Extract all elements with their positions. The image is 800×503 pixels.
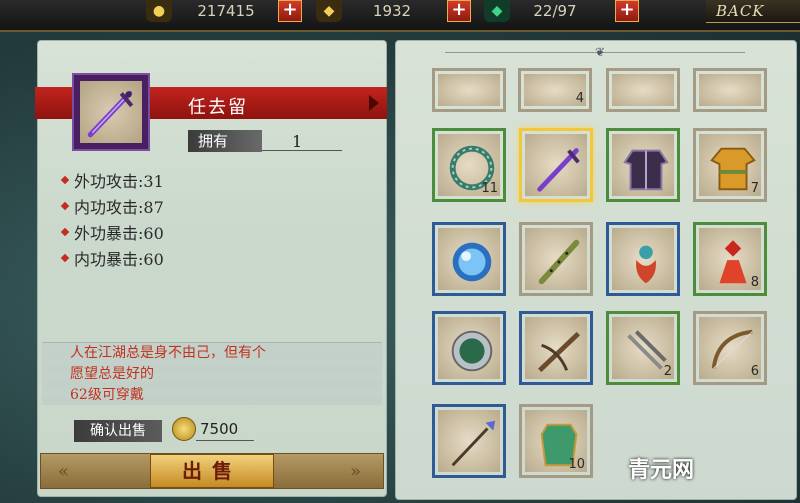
jade-value: 22/97	[533, 2, 577, 20]
item-portrait	[72, 73, 150, 151]
stat-line: 外功暴击:60	[60, 220, 164, 244]
inventory-slot-blue-orb[interactable]	[432, 222, 506, 296]
description-line: 愿望总是好的	[70, 366, 154, 382]
inventory-slot-purple-armor[interactable]	[606, 128, 680, 202]
own-count: 1	[292, 132, 303, 151]
panel-ornament: ❦	[445, 45, 745, 65]
watermark-logo: 青元网	[628, 458, 695, 483]
top-resource-bar: ● 217415 + ◆ 1932 + ◆ 22/97 + BACK	[0, 0, 800, 32]
back-button[interactable]: BACK	[706, 0, 800, 23]
ingot-value: 1932	[372, 2, 412, 20]
medallion-icon	[451, 330, 493, 372]
item-name: 任去留	[188, 97, 248, 118]
confirm-sell-label: 确认出售	[74, 420, 162, 442]
coin-icon: ●	[146, 0, 172, 22]
inventory-slot-green-vest[interactable]: 10	[519, 404, 593, 478]
inventory-slot[interactable]	[432, 68, 506, 112]
description-line: 人在江湖总是身不由己，但有个	[70, 345, 266, 361]
spear-icon	[451, 420, 496, 467]
add-gold-button[interactable]: +	[278, 0, 302, 22]
inventory-slot-red-tassel[interactable]: 8	[693, 222, 767, 296]
chevron-right-icon: »	[350, 461, 362, 482]
inventory-slot[interactable]	[606, 68, 680, 112]
add-ingot-button[interactable]: +	[447, 0, 471, 22]
inventory-slot-longbow[interactable]: 6	[693, 311, 767, 385]
ingot-icon: ◆	[316, 0, 342, 22]
crossbow-icon	[538, 331, 580, 373]
flute-icon	[538, 239, 580, 285]
inventory-slot-purple-sword[interactable]	[519, 128, 593, 202]
inventory-slot-ornament-charm[interactable]	[606, 222, 680, 296]
inventory-slot-bamboo-flute[interactable]	[519, 222, 593, 296]
stat-line: 外功攻击:31	[60, 168, 164, 192]
ingot-resource: ◆ 1932	[316, 0, 442, 22]
sword-icon	[87, 90, 134, 138]
orb-icon	[452, 242, 492, 282]
sell-price: 7500	[200, 420, 239, 438]
stat-line: 内功暴击:60	[60, 246, 164, 270]
inventory-slot-crossbow[interactable]	[519, 311, 593, 385]
diamond-bullet-icon	[60, 201, 70, 210]
own-label: 拥有	[188, 130, 262, 152]
add-jade-button[interactable]: +	[615, 0, 639, 22]
gold-value: 217415	[197, 2, 255, 20]
stat-line: 内功攻击:87	[60, 194, 164, 218]
item-description: 人在江湖总是身不由己，但有个 愿望总是好的 62级可穿戴	[42, 342, 382, 405]
diamond-bullet-icon	[60, 227, 70, 236]
inventory-slot-jade-medallion[interactable]	[432, 311, 506, 385]
diamond-bullet-icon	[60, 253, 70, 262]
sell-button[interactable]: 出售	[150, 454, 274, 488]
jade-resource: ◆ 22/97	[484, 0, 600, 22]
gold-resource: ● 217415	[146, 0, 280, 22]
chevron-left-icon: «	[58, 461, 70, 482]
ornament-icon: ❦	[595, 45, 606, 59]
coin-icon	[172, 417, 196, 441]
inventory-slot[interactable]	[693, 68, 767, 112]
jade-icon: ◆	[484, 0, 510, 22]
inventory-slot-spear[interactable]	[432, 404, 506, 478]
description-line: 62级可穿戴	[70, 387, 144, 403]
banner-arrow-icon	[369, 95, 379, 111]
armor-icon	[623, 149, 669, 191]
inventory-slot-throwing-darts[interactable]: 2	[606, 311, 680, 385]
sword-icon	[537, 148, 580, 192]
diamond-bullet-icon	[60, 175, 70, 184]
inventory-slot[interactable]: 4	[518, 68, 592, 112]
inventory-slot-gold-robe[interactable]: 7	[693, 128, 767, 202]
inventory-slot-jade-ring[interactable]: 11	[432, 128, 506, 202]
charm-icon	[636, 245, 656, 284]
price-underline	[196, 440, 254, 441]
